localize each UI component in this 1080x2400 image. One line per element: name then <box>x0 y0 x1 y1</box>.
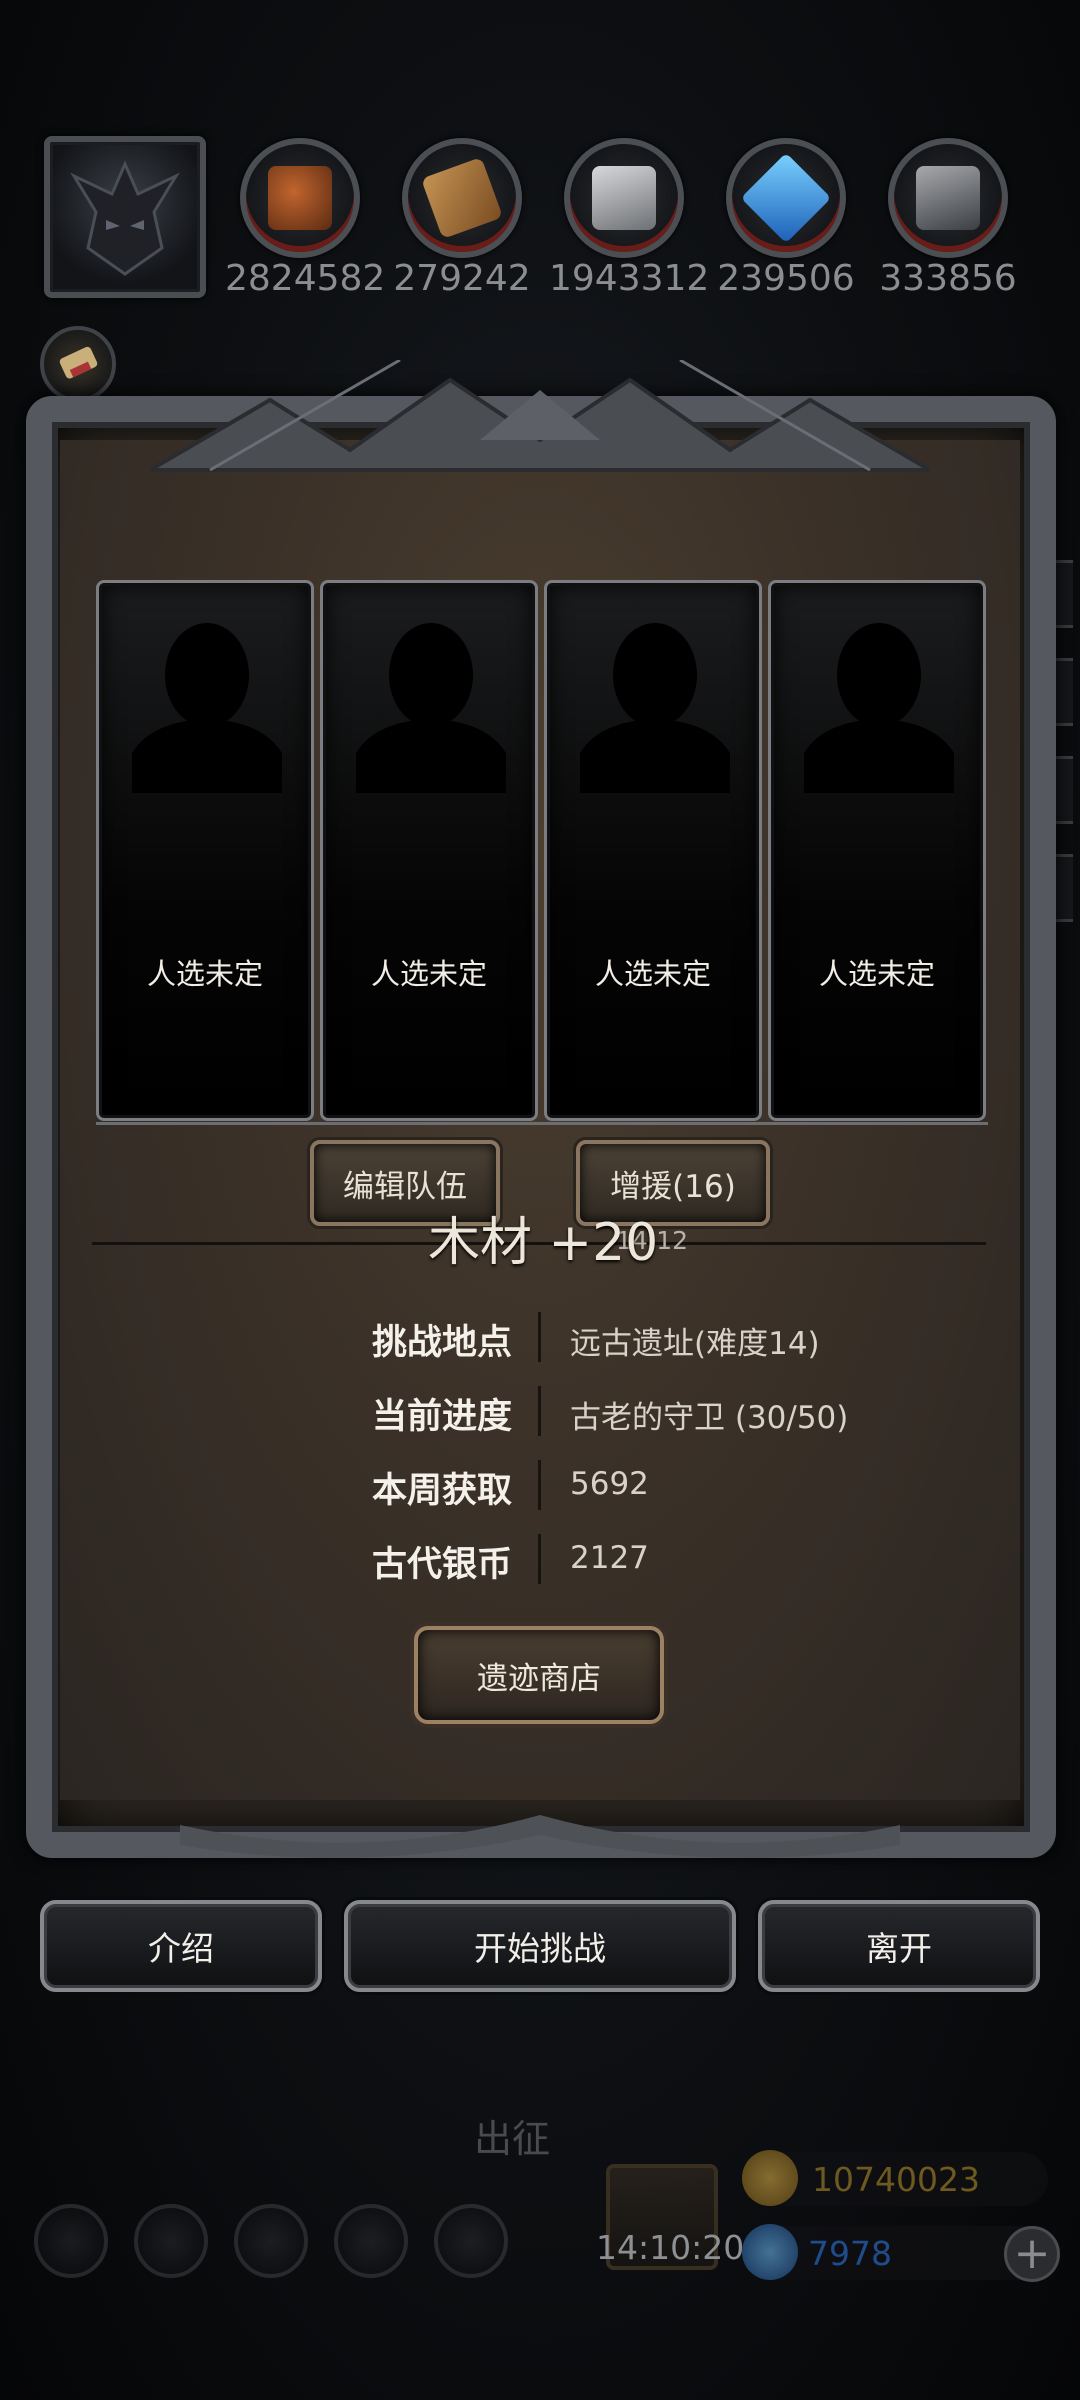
meat-resource-button[interactable] <box>240 138 360 258</box>
info-key: 挑战地点 <box>371 1323 512 1363</box>
wood-icon <box>420 156 504 240</box>
start-challenge-button[interactable]: 开始挑战 <box>344 1900 736 1992</box>
gold-coin-icon <box>742 2150 798 2206</box>
crystal-amount: 239506 <box>717 258 855 299</box>
wood-resource-button[interactable] <box>402 138 522 258</box>
nav-gate-icon[interactable] <box>234 2204 308 2278</box>
team-slot[interactable]: 人选未定 <box>320 580 538 1121</box>
crystal-resource-button[interactable] <box>726 138 846 258</box>
team-slot[interactable]: 人选未定 <box>544 580 762 1121</box>
floating-reward-text: 木材 +20 <box>428 1213 659 1273</box>
info-key: 本周获取 <box>371 1471 512 1511</box>
info-key: 古代银币 <box>371 1545 512 1585</box>
meat-amount: 2824582 <box>225 258 386 299</box>
slot-status: 人选未定 <box>370 957 487 991</box>
ornate-crown-decoration <box>150 360 930 472</box>
steel-amount: 333856 <box>879 258 1017 299</box>
intro-button[interactable]: 介绍 <box>40 1900 322 1992</box>
slots-divider <box>96 1122 988 1125</box>
gem-amount: 7978 <box>808 2234 892 2273</box>
ruins-shop-button[interactable]: 遗迹商店 <box>414 1626 664 1724</box>
iron-icon <box>592 166 656 230</box>
team-slot[interactable]: 人选未定 <box>96 580 314 1121</box>
nav-settings-icon[interactable] <box>434 2204 508 2278</box>
info-separator <box>538 1460 541 1510</box>
gift-timer: 14:10:20 <box>596 2228 745 2267</box>
dispatch-label[interactable]: 出征 <box>474 2108 550 2163</box>
gold-amount: 10740023 <box>812 2160 980 2199</box>
crystal-icon <box>740 152 832 244</box>
info-row-location: 挑战地点 远古遗址(难度14) <box>300 1306 900 1366</box>
info-value: 2127 <box>570 1540 649 1576</box>
info-row-progress: 当前进度 古老的守卫 (30/50) <box>300 1380 900 1440</box>
player-avatar[interactable] <box>44 136 206 298</box>
meat-icon <box>268 166 332 230</box>
scroll-icon[interactable] <box>40 326 116 402</box>
info-row-silver: 古代银币 2127 <box>300 1528 900 1588</box>
steel-icon <box>916 166 980 230</box>
info-separator <box>538 1386 541 1436</box>
wood-amount: 279242 <box>393 258 531 299</box>
iron-resource-button[interactable] <box>564 138 684 258</box>
nav-gear-icon[interactable] <box>34 2204 108 2278</box>
slot-status: 人选未定 <box>818 957 935 991</box>
hero-silhouette-icon <box>580 623 730 793</box>
ornate-bottom-decoration <box>180 1815 900 1858</box>
gem-icon <box>742 2224 798 2280</box>
slot-status: 人选未定 <box>146 957 263 991</box>
nav-star-icon[interactable] <box>134 2204 208 2278</box>
hero-silhouette-icon <box>132 623 282 793</box>
info-separator <box>538 1312 541 1362</box>
helmet-icon <box>70 160 180 276</box>
team-slot[interactable]: 人选未定 <box>768 580 986 1121</box>
slot-status: 人选未定 <box>594 957 711 991</box>
add-gems-button[interactable]: + <box>1004 2226 1060 2282</box>
hero-silhouette-icon <box>804 623 954 793</box>
info-value: 远古遗址(难度14) <box>570 1326 820 1362</box>
info-row-weekly: 本周获取 5692 <box>300 1454 900 1514</box>
info-value: 5692 <box>570 1466 649 1502</box>
nav-mail-icon[interactable] <box>334 2204 408 2278</box>
info-value: 古老的守卫 (30/50) <box>570 1400 849 1436</box>
info-key: 当前进度 <box>371 1397 512 1437</box>
team-slots: 人选未定 人选未定 人选未定 人选未定 <box>96 580 986 1125</box>
steel-resource-button[interactable] <box>888 138 1008 258</box>
leave-button[interactable]: 离开 <box>758 1900 1040 1992</box>
iron-amount: 1943312 <box>549 258 710 299</box>
info-separator <box>538 1534 541 1584</box>
hero-silhouette-icon <box>356 623 506 793</box>
